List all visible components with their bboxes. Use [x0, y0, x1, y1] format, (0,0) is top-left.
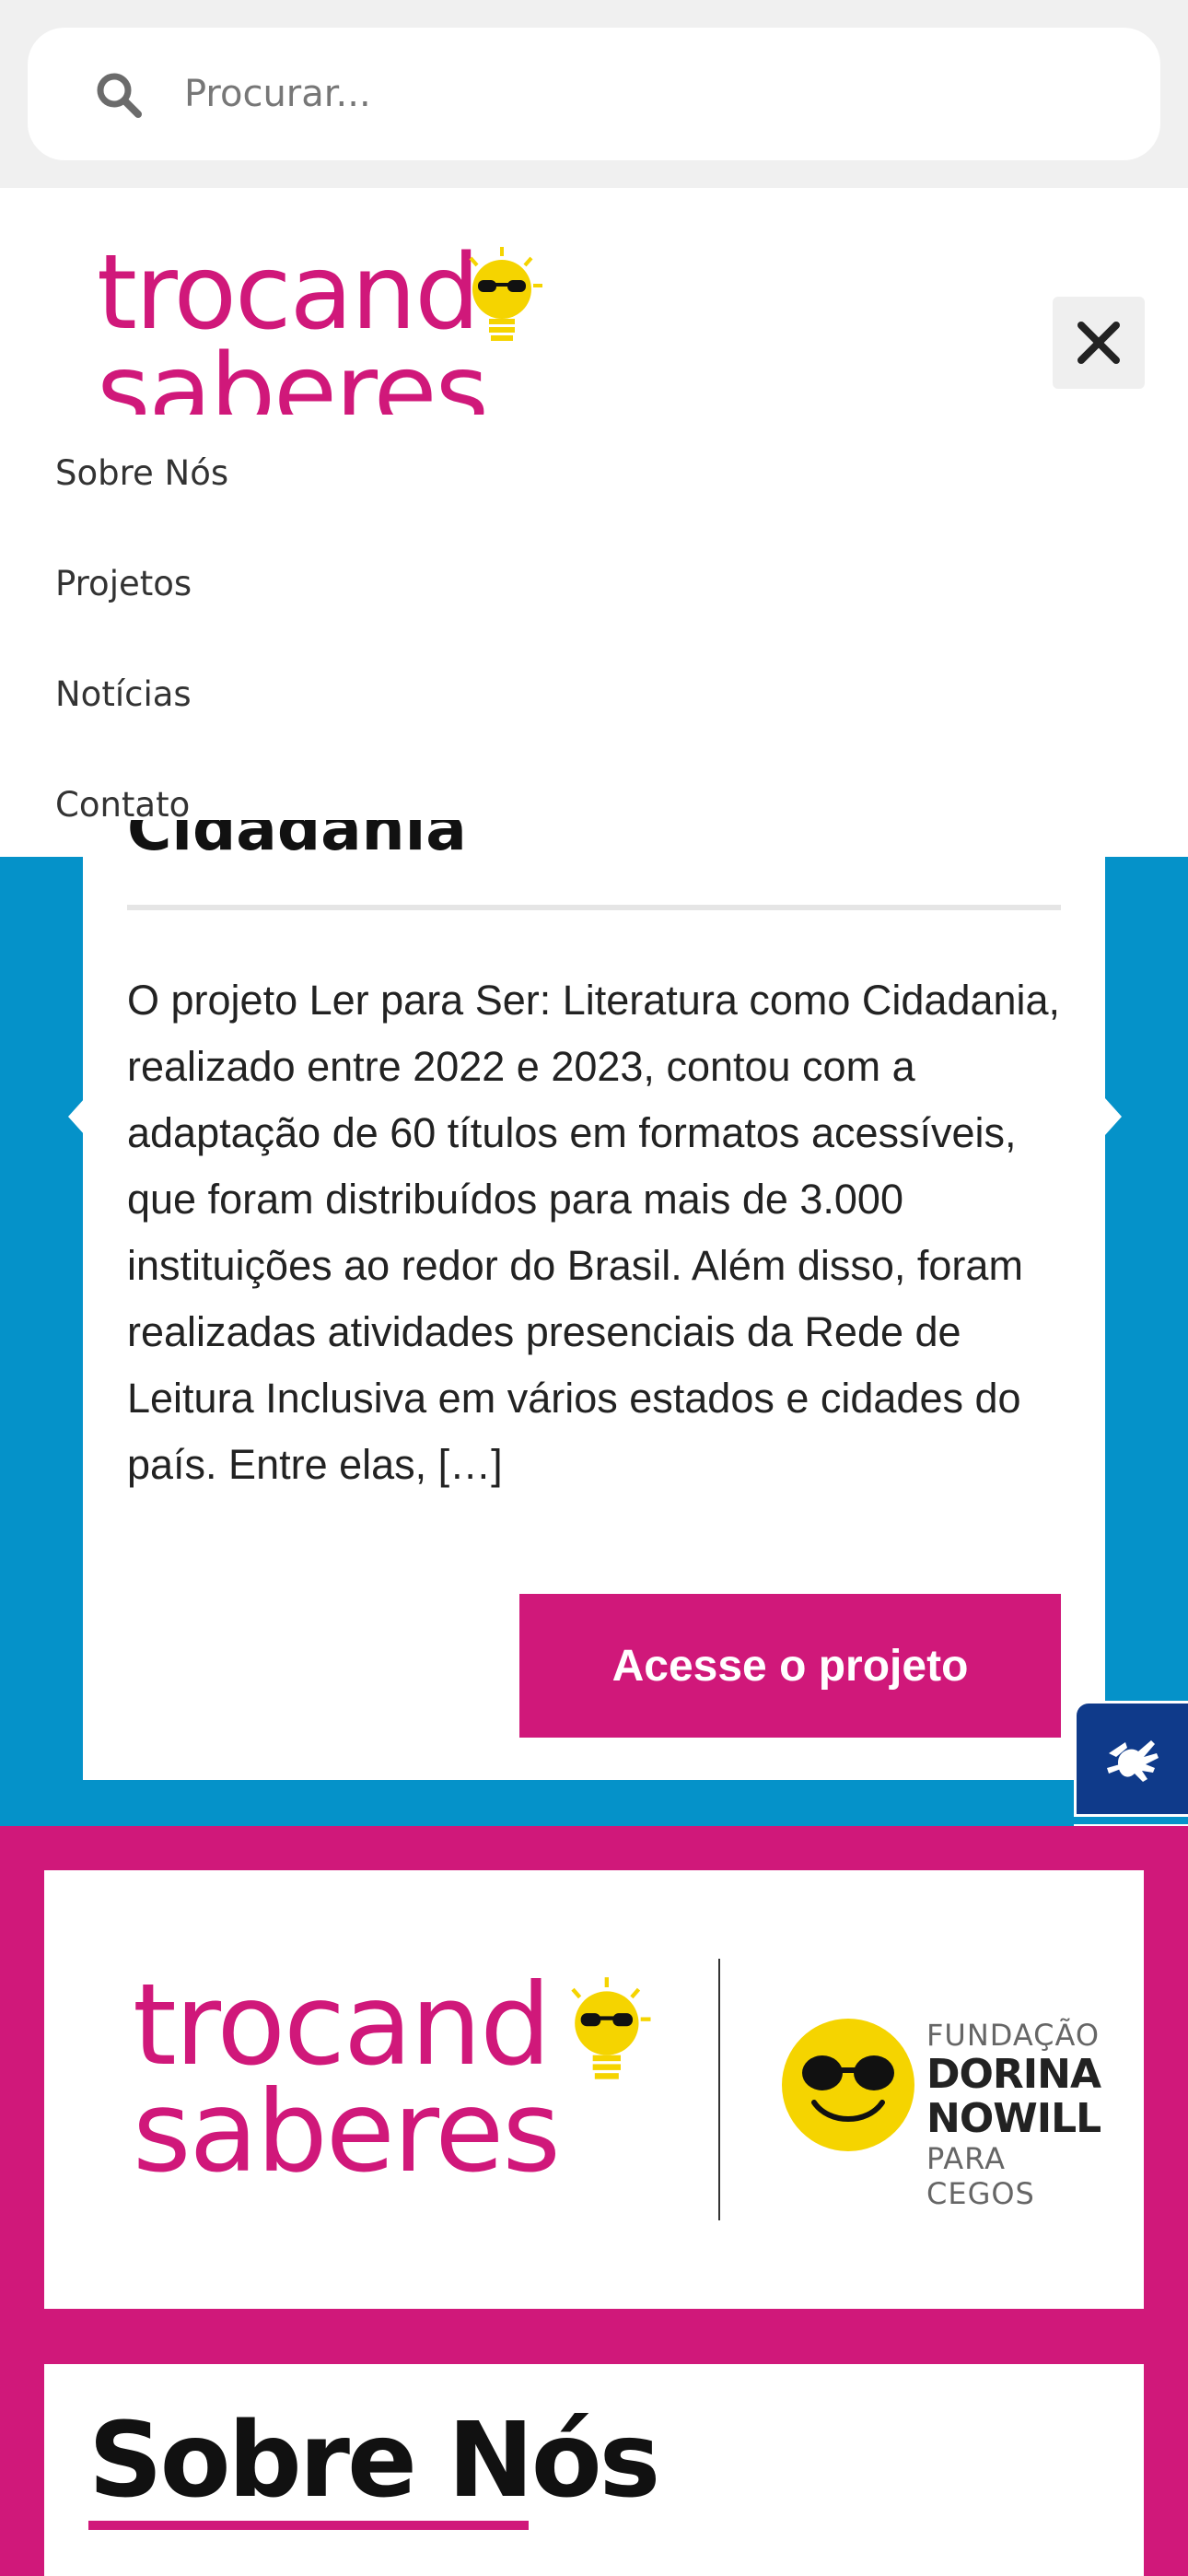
close-icon — [1077, 322, 1120, 364]
partner-logos: trocand saberes FUNDAÇÃO DORINA NOWILL P… — [44, 1870, 1144, 2309]
search-box[interactable] — [28, 28, 1160, 160]
nav-item-noticias[interactable]: Notícias — [55, 639, 1068, 750]
about-section: Sobre Nós — [44, 2364, 1144, 2576]
site-logo[interactable]: trocand saberes — [97, 243, 557, 415]
about-title: Sobre Nós — [88, 2401, 660, 2521]
lightbulb-icon — [469, 247, 542, 341]
carousel-next-arrow[interactable] — [1105, 1098, 1122, 1135]
dn-line-1: FUNDAÇÃO — [926, 2018, 1101, 2053]
lightbulb-icon — [571, 1977, 651, 2079]
dorina-nowill-logo: FUNDAÇÃO DORINA NOWILL PARA CEGOS — [781, 2018, 1112, 2211]
access-project-button[interactable]: Acesse o projeto — [519, 1594, 1061, 1738]
dn-line-2: DORINA — [926, 2051, 1101, 2098]
about-title-underline — [88, 2521, 529, 2530]
sign-language-button[interactable] — [1074, 1701, 1188, 1817]
sign-language-icon — [1106, 1740, 1159, 1782]
main-nav: Sobre Nós Projetos Notícias Contato — [55, 418, 1068, 861]
project-title-text: Cidadania — [127, 820, 467, 864]
project-description: O projeto Ler para Ser: Literatura como … — [127, 977, 1061, 1488]
dorina-nowill-text: FUNDAÇÃO DORINA NOWILL PARA CEGOS — [926, 2018, 1112, 2211]
project-card: Cidadania O projeto Ler para Ser: Litera… — [83, 820, 1105, 1780]
dn-line-3: NOWILL — [926, 2095, 1101, 2142]
nav-item-projetos[interactable]: Projetos — [55, 529, 1068, 639]
trocando-saberes-logo: trocand saberes — [133, 1969, 704, 2211]
project-title: Cidadania — [127, 820, 1057, 903]
search-input[interactable] — [184, 61, 1105, 127]
projects-section: Cidadania O projeto Ler para Ser: Litera… — [0, 820, 1188, 1826]
dn-line-4: PARA CEGOS — [926, 2141, 1035, 2211]
smiley-sunglasses-icon — [782, 2019, 914, 2151]
logo-divider — [718, 1959, 720, 2220]
search-icon[interactable] — [94, 70, 144, 120]
site-header: trocand saberes Sobre Nós Projetos Notíc… — [0, 188, 1188, 857]
search-bar — [0, 0, 1188, 188]
title-divider — [127, 905, 1061, 910]
footer-section: trocand saberes FUNDAÇÃO DORINA NOWILL P… — [0, 1826, 1188, 2576]
close-menu-button[interactable] — [1053, 297, 1145, 389]
nav-item-sobre-nos[interactable]: Sobre Nós — [55, 418, 1068, 529]
